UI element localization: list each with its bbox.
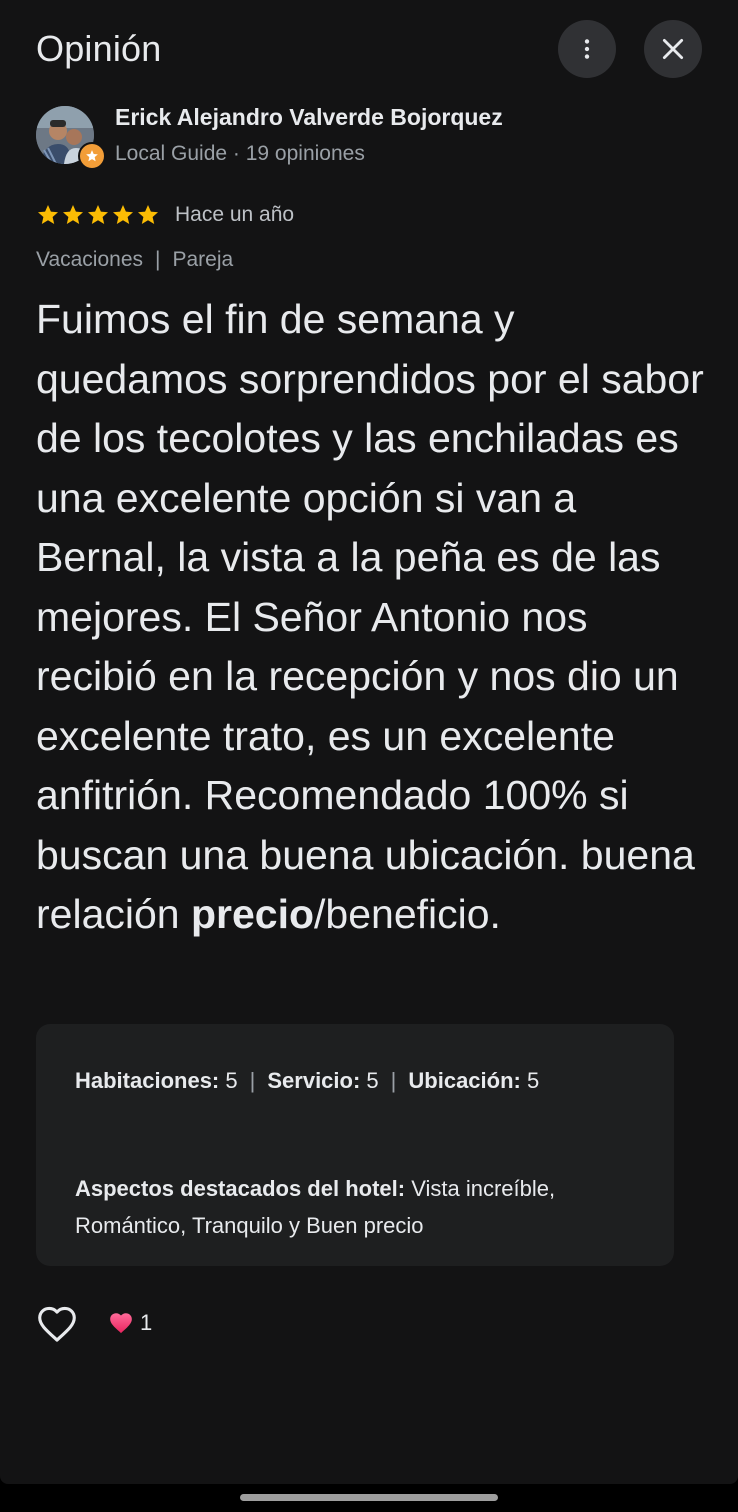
service-rating-value: 5 [366,1068,379,1093]
heart-filled-icon [110,1313,132,1334]
heart-outline-icon [38,1306,76,1342]
author-name[interactable]: Erick Alejandro Valverde Bojorquez [115,104,503,131]
rooms-rating-value: 5 [225,1068,238,1093]
hotel-highlights: Aspectos destacados del hotel: Vista inc… [75,1170,645,1244]
review-text-end: /beneficio. [314,891,501,937]
star-icon [88,205,108,224]
home-indicator[interactable] [240,1494,498,1501]
location-rating-value: 5 [526,1068,540,1093]
sub-ratings: Habitaciones: 5 | Servicio: 5 | Ubicación: 5 [75,1068,539,1094]
review-text: Fuimos el fin de semana y quedamos sorpr… [36,290,716,945]
review-sheet: Opinión Erick Alejandro Valverde Bojorqu… [0,0,738,1484]
rooms-rating-label: Habitaciones: [75,1068,220,1093]
review-text-highlight: precio [190,891,315,937]
hotel-ratings-card: Habitaciones: 5 | Servicio: 5 | Ubicación: 5… [36,1024,674,1266]
trip-tags: Vacaciones | Pareja [36,248,233,272]
review-time: Hace un año [175,203,295,226]
more-options-button[interactable] [558,20,616,78]
location-rating-label: Ubicación: [408,1068,521,1093]
rating-row: Hace un año [36,203,294,227]
rating-separator: | [249,1068,256,1093]
star-icon [113,205,133,224]
like-button[interactable] [36,1305,78,1343]
star-icon [138,205,158,224]
tag-separator: | [155,248,161,271]
trip-type-tag: Vacaciones [36,248,144,271]
review-text-part: Fuimos el fin de semana y quedamos sorpr… [36,296,704,937]
highlights-label: Aspectos destacados del hotel: [75,1176,406,1201]
page-title: Opinión [36,28,162,69]
local-guide-badge [78,142,106,170]
star-icon [63,205,83,224]
star-icon [38,205,58,224]
close-icon [662,38,684,60]
reaction-count: 1 [140,1310,153,1335]
author-meta: Local Guide · 19 opiniones [115,142,365,165]
close-button[interactable] [644,20,702,78]
reaction-summary[interactable]: 1 [108,1310,152,1336]
service-rating-label: Servicio: [267,1068,361,1093]
more-vert-icon [584,39,590,59]
star-rating [36,203,160,227]
travel-group-tag: Pareja [172,248,234,271]
local-guide-star-icon [86,150,98,162]
rating-separator: | [390,1068,397,1093]
